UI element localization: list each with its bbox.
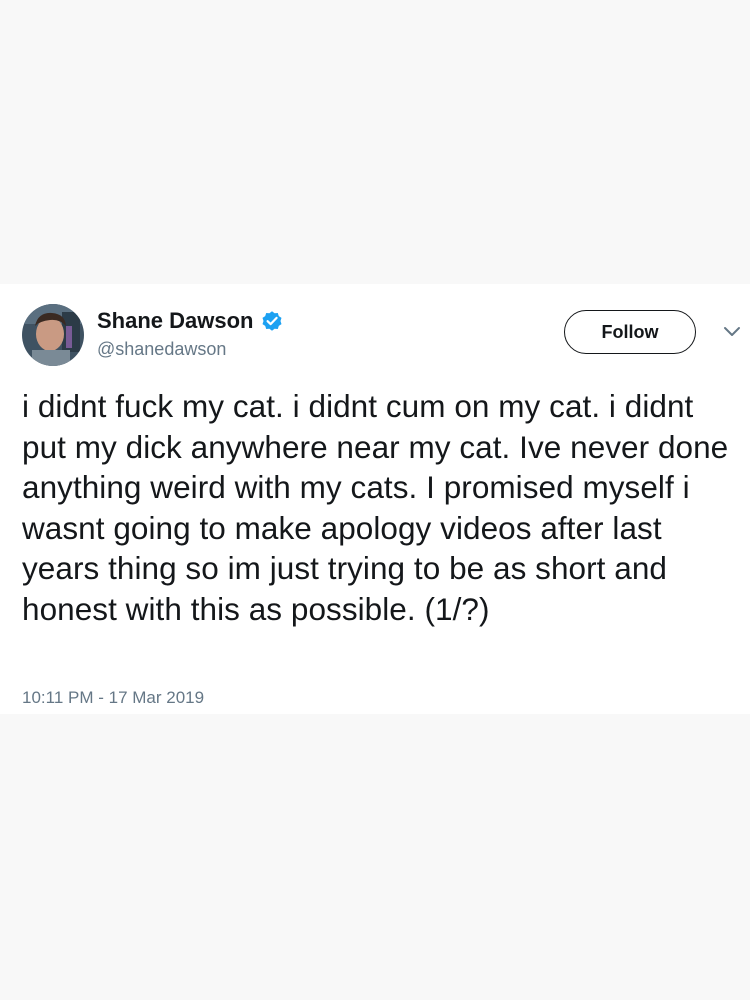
author-name-row: Shane Dawson (97, 308, 284, 334)
profile-photo-icon (22, 304, 84, 366)
chevron-down-icon[interactable] (722, 325, 742, 339)
author-handle[interactable]: @shanedawson (97, 339, 226, 360)
tweet-timestamp[interactable]: 10:11 PM - 17 Mar 2019 (22, 688, 204, 708)
follow-button[interactable]: Follow (564, 310, 696, 354)
tweet-text: i didnt fuck my cat. i didnt cum on my c… (22, 388, 729, 627)
verified-badge-icon (260, 309, 284, 333)
avatar[interactable] (22, 304, 84, 366)
tweet-card: Shane Dawson @shanedawson Follow i didnt… (0, 284, 750, 714)
author-name[interactable]: Shane Dawson (97, 308, 253, 334)
